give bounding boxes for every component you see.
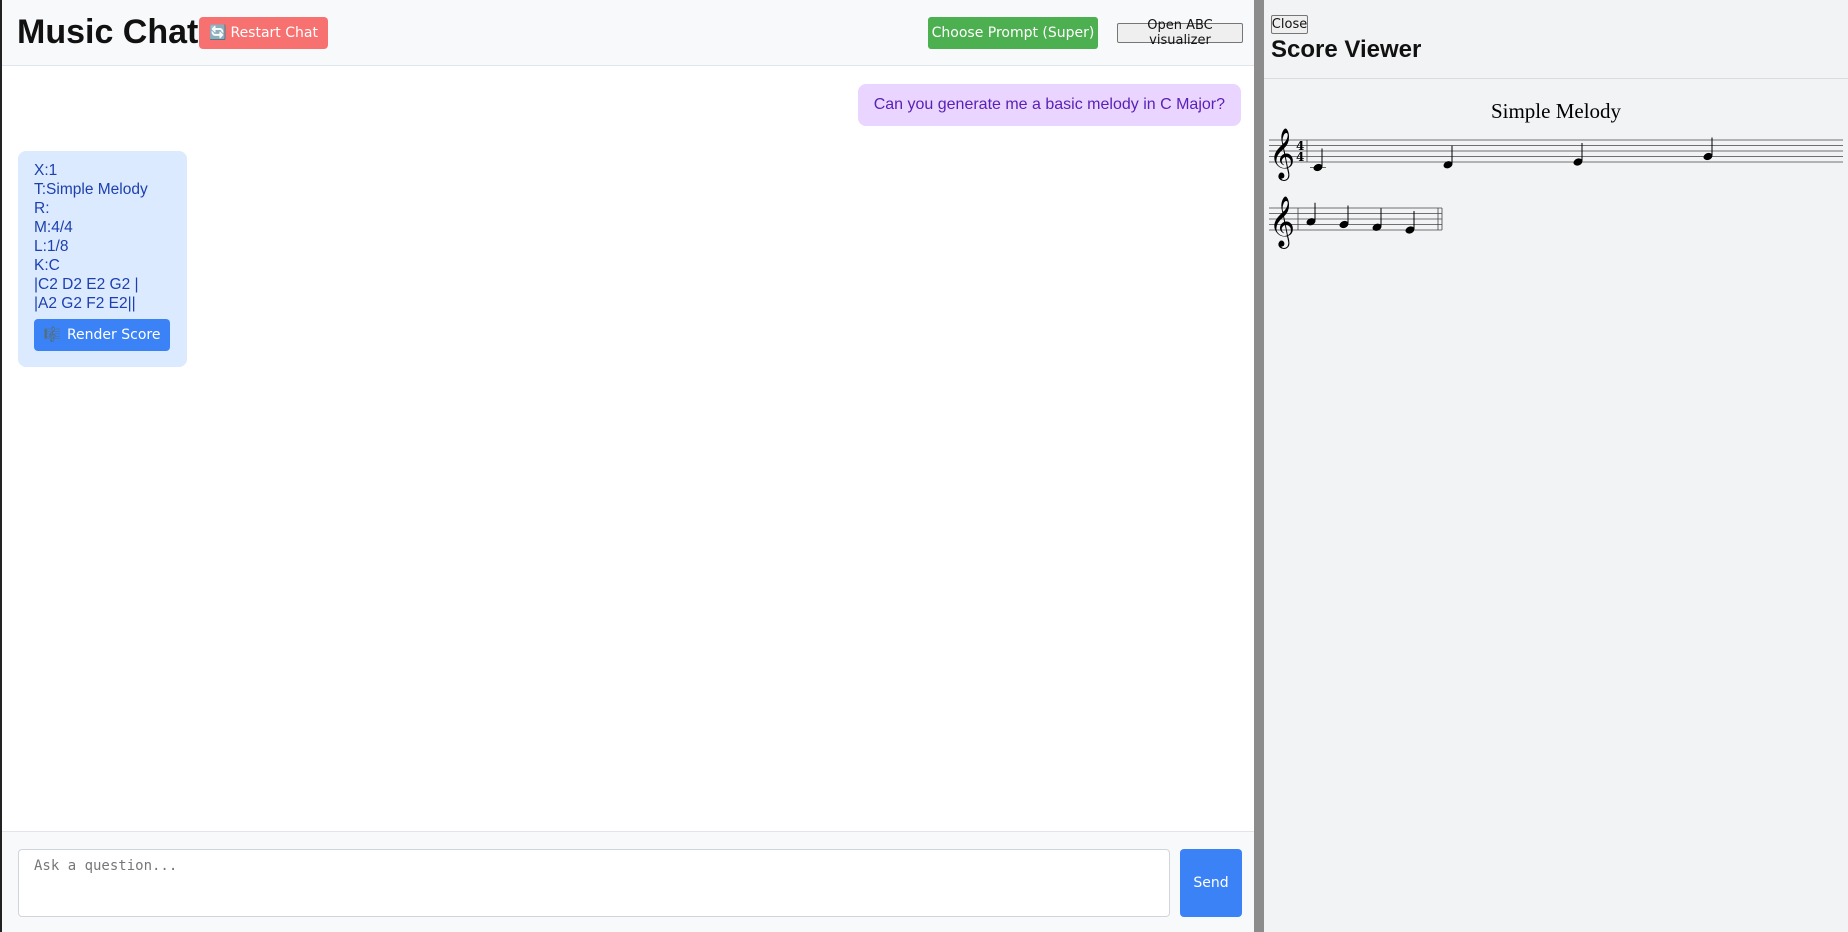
abc-line: X:1 bbox=[34, 162, 58, 179]
render-score-button[interactable]: 🎼 Render Score bbox=[34, 319, 170, 351]
restart-icon: 🔄 bbox=[209, 25, 227, 41]
composer: Send bbox=[2, 831, 1254, 932]
app-title: Music Chat bbox=[17, 13, 199, 51]
render-score-label: Render Score bbox=[66, 327, 161, 343]
score-viewer-header: Close Score Viewer bbox=[1264, 0, 1848, 79]
restart-chat-button[interactable]: 🔄 Restart Chat bbox=[199, 17, 328, 49]
abc-line: |C2 D2 E2 G2 | bbox=[34, 276, 139, 293]
pane-resize-handle[interactable] bbox=[1254, 0, 1264, 932]
sheet-music: Simple Melody 𝄞 44𝄞 bbox=[1269, 99, 1843, 249]
restart-chat-label: Restart Chat bbox=[230, 25, 318, 41]
score-viewer-pane: Close Score Viewer Simple Melody 𝄞 4 4 𝄞 bbox=[1264, 0, 1848, 932]
abc-line: M:4/4 bbox=[34, 219, 73, 236]
score-viewer-title: Score Viewer bbox=[1271, 36, 1422, 63]
user-message: Can you generate me a basic melody in C … bbox=[857, 84, 1241, 126]
sheet-title: Simple Melody bbox=[1491, 99, 1622, 123]
treble-clef-icon: 𝄞 bbox=[1269, 196, 1295, 249]
app-root: Music Chat 🔄 Restart Chat Choose Prompt … bbox=[0, 0, 1848, 932]
abc-line: |A2 G2 F2 E2|| bbox=[34, 295, 136, 312]
open-abc-visualizer-button[interactable]: Open ABC visualizer bbox=[1117, 18, 1243, 48]
abc-notation: X:1 T:Simple Melody R: M:4/4 L:1/8 K:C |C2 D2 … bbox=[34, 161, 171, 313]
message-list: Can you generate me a basic melody in C … bbox=[2, 67, 1254, 830]
choose-prompt-button[interactable]: Choose Prompt (Super) bbox=[928, 17, 1098, 49]
treble-clef-icon: 𝄞 bbox=[1269, 128, 1295, 181]
send-button[interactable]: Send bbox=[1180, 849, 1242, 917]
abc-line: K:C bbox=[34, 257, 60, 274]
music-note-icon: 🎼 bbox=[43, 327, 61, 343]
chat-pane: Music Chat 🔄 Restart Chat Choose Prompt … bbox=[0, 0, 1254, 932]
time-signature-bottom: 4 bbox=[1296, 150, 1304, 164]
close-score-viewer-button[interactable]: Close bbox=[1271, 15, 1308, 34]
bot-message: X:1 T:Simple Melody R: M:4/4 L:1/8 K:C |C2 D2 … bbox=[18, 151, 187, 367]
abc-line: R: bbox=[34, 200, 50, 217]
chat-header: Music Chat 🔄 Restart Chat Choose Prompt … bbox=[2, 0, 1254, 66]
abc-line: L:1/8 bbox=[34, 238, 69, 255]
question-input[interactable] bbox=[18, 849, 1170, 917]
abc-line: T:Simple Melody bbox=[34, 181, 148, 198]
